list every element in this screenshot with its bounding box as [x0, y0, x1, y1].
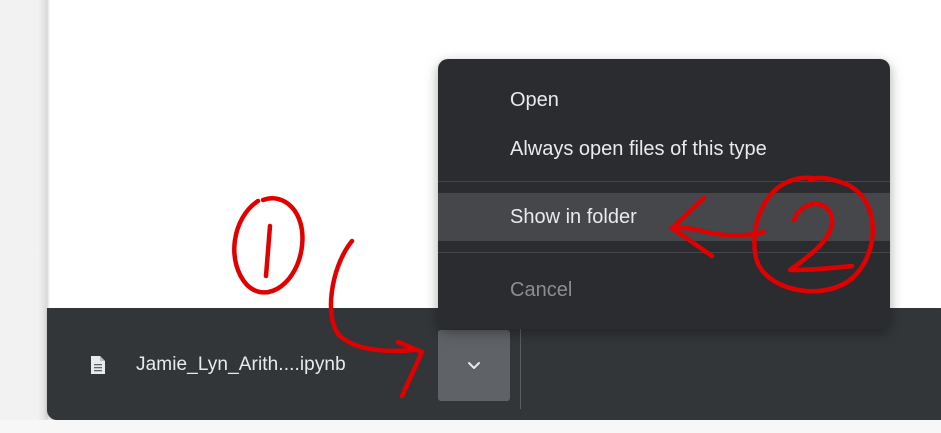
chevron-down-icon — [467, 357, 481, 375]
menu-item-label: Show in folder — [510, 205, 637, 228]
menu-separator — [438, 252, 890, 253]
menu-item-open[interactable]: Open — [438, 76, 890, 124]
menu-item-cancel[interactable]: Cancel — [438, 266, 890, 314]
download-file-name: Jamie_Lyn_Arith....ipynb — [136, 354, 346, 375]
window-left-edge — [0, 0, 50, 433]
download-menu-button[interactable] — [438, 330, 510, 401]
taskbar-strip — [0, 420, 941, 433]
menu-separator — [438, 181, 890, 182]
shelf-divider — [520, 325, 521, 409]
menu-item-always-open[interactable]: Always open files of this type — [438, 125, 890, 173]
download-context-menu: Open Always open files of this type Show… — [438, 59, 890, 329]
menu-item-label: Always open files of this type — [510, 137, 767, 160]
menu-item-label: Open — [510, 88, 559, 111]
menu-item-show-in-folder[interactable]: Show in folder — [438, 193, 890, 241]
menu-item-label: Cancel — [510, 278, 573, 301]
file-icon — [90, 355, 106, 375]
download-item[interactable]: Jamie_Lyn_Arith....ipynb — [90, 345, 346, 385]
